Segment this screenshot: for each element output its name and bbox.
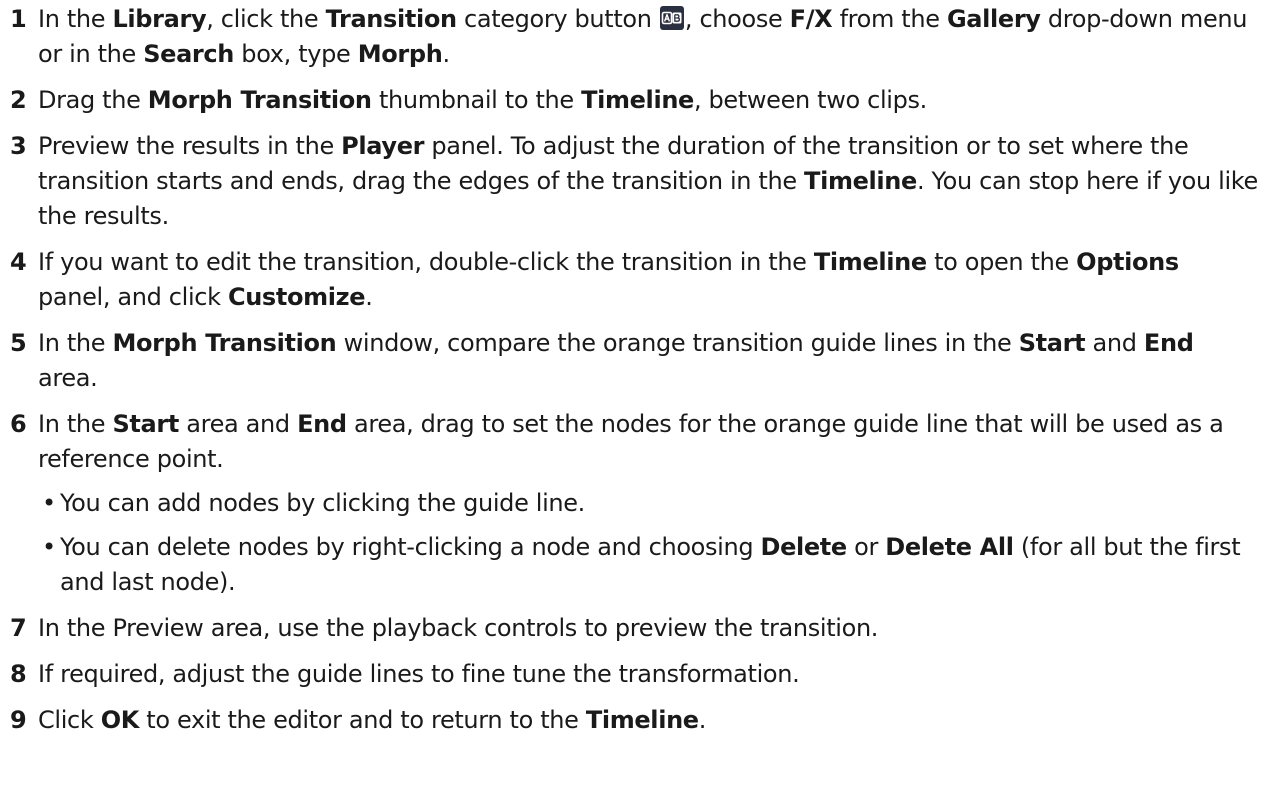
- bold-term: Timeline: [813, 248, 927, 276]
- step-1: 1 In the Library, click the Transition ca…: [10, 2, 1258, 72]
- text-run: , between two clips.: [693, 86, 927, 114]
- bold-term: Morph Transition: [147, 86, 372, 114]
- step-text: Drag the Morph Transition thumbnail to t…: [38, 83, 1258, 118]
- step-text: Click OK to exit the editor and to retur…: [38, 703, 1258, 738]
- text-run: thumbnail to the: [371, 86, 582, 114]
- step-9: 9 Click OK to exit the editor and to retu…: [10, 703, 1258, 738]
- step-number: 1: [10, 5, 27, 33]
- bold-term: Timeline: [804, 167, 917, 195]
- step-text: If required, adjust the guide lines to f…: [38, 657, 1258, 692]
- bold-term: Morph: [357, 40, 443, 68]
- text-run: .: [442, 40, 450, 68]
- text-run: In the: [38, 5, 113, 33]
- text-run: Preview the results in the: [38, 132, 342, 160]
- text-run: box, type: [234, 40, 358, 68]
- step-7: 7 In the Preview area, use the playback c…: [10, 611, 1258, 646]
- text-run: area.: [38, 364, 98, 392]
- bold-term: Search: [143, 40, 235, 68]
- bold-term: Customize: [227, 283, 366, 311]
- bold-term: Delete: [760, 533, 848, 561]
- text-run: You can delete nodes by right-clicking a…: [60, 533, 761, 561]
- bullet-text: You can delete nodes by right-clicking a…: [60, 530, 1258, 600]
- step-paragraph: Preview the results in the Player panel.…: [38, 129, 1258, 234]
- step-number: 5: [10, 329, 27, 357]
- bold-term: Transition: [325, 5, 457, 33]
- bold-term: Options: [1076, 248, 1179, 276]
- text-run: Click: [38, 706, 101, 734]
- text-run: from the: [832, 5, 947, 33]
- step-paragraph: In the Preview area, use the playback co…: [38, 611, 1258, 646]
- step-text: If you want to edit the transition, doub…: [38, 245, 1258, 315]
- text-run: area and: [179, 410, 298, 438]
- text-run: Drag the: [38, 86, 148, 114]
- bullet-text: You can add nodes by clicking the guide …: [60, 486, 1258, 521]
- bold-term: Player: [341, 132, 425, 160]
- step-paragraph: In the Morph Transition window, compare …: [38, 326, 1258, 396]
- step-5: 5 In the Morph Transition window, compare…: [10, 326, 1258, 396]
- step-text: In the Library, click the Transition cat…: [38, 2, 1258, 72]
- step-number: 3: [10, 132, 27, 160]
- text-run: or: [846, 533, 886, 561]
- text-run: window, compare the orange transition gu…: [336, 329, 1019, 357]
- text-run: , click the: [206, 5, 326, 33]
- step-number: 6: [10, 410, 27, 438]
- text-run: , choose: [684, 5, 790, 33]
- step-number: 7: [10, 614, 27, 642]
- step-paragraph: If required, adjust the guide lines to f…: [38, 657, 1258, 692]
- text-run: category button: [456, 5, 659, 33]
- bold-term: Timeline: [581, 86, 694, 114]
- text-run: If required, adjust the guide lines to f…: [38, 660, 800, 688]
- step-number: 8: [10, 660, 27, 688]
- text-run: to exit the editor and to return to the: [139, 706, 586, 734]
- bullet-item: • You can add nodes by clicking the guide…: [42, 486, 1258, 521]
- bold-term: Start: [112, 410, 179, 438]
- step-paragraph: Drag the Morph Transition thumbnail to t…: [38, 83, 1258, 118]
- text-run: .: [365, 283, 373, 311]
- text-run: and: [1085, 329, 1144, 357]
- bullet-marker: •: [42, 533, 56, 561]
- step-paragraph: In the Start area and End area, drag to …: [38, 407, 1258, 477]
- bold-term: Morph Transition: [112, 329, 337, 357]
- text-run: In the: [38, 410, 113, 438]
- text-run: In the Preview area, use the playback co…: [38, 614, 879, 642]
- text-run: In the: [38, 329, 113, 357]
- bullet-marker: •: [42, 489, 56, 517]
- step-6: 6 In the Start area and End area, drag to…: [10, 407, 1258, 600]
- text-run: .: [698, 706, 707, 734]
- step-3: 3 Preview the results in the Player panel…: [10, 129, 1258, 234]
- bold-term: End: [297, 410, 347, 438]
- bold-term: Library: [112, 5, 207, 33]
- step-text: In the Start area and End area, drag to …: [38, 407, 1258, 600]
- step-2: 2 Drag the Morph Transition thumbnail to …: [10, 83, 1258, 118]
- step-text: In the Preview area, use the playback co…: [38, 611, 1258, 646]
- bullet-list: • You can add nodes by clicking the guide…: [38, 486, 1258, 600]
- instruction-steps: 1 In the Library, click the Transition ca…: [0, 0, 1266, 738]
- text-run: If you want to edit the transition, doub…: [38, 248, 814, 276]
- bold-term: Gallery: [946, 5, 1041, 33]
- step-number: 2: [10, 86, 27, 114]
- step-paragraph: If you want to edit the transition, doub…: [38, 245, 1258, 315]
- bold-term: Delete All: [885, 533, 1014, 561]
- bold-term: OK: [100, 706, 140, 734]
- bold-term: Start: [1018, 329, 1086, 357]
- text-run: You can add nodes by clicking the guide …: [60, 489, 585, 517]
- step-paragraph: In the Library, click the Transition cat…: [38, 2, 1258, 72]
- step-number: 4: [10, 248, 27, 276]
- step-text: In the Morph Transition window, compare …: [38, 326, 1258, 396]
- step-paragraph: Click OK to exit the editor and to retur…: [38, 703, 1258, 738]
- step-text: Preview the results in the Player panel.…: [38, 129, 1258, 234]
- step-number: 9: [10, 706, 27, 734]
- text-run: to open the: [926, 248, 1077, 276]
- bullet-item: • You can delete nodes by right-clicking …: [42, 530, 1258, 600]
- bold-term: End: [1143, 329, 1194, 357]
- bold-term: Timeline: [585, 706, 699, 734]
- bold-term: F/X: [789, 5, 833, 33]
- step-4: 4 If you want to edit the transition, dou…: [10, 245, 1258, 315]
- transition-category-icon: [659, 6, 684, 30]
- step-8: 8 If required, adjust the guide lines to …: [10, 657, 1258, 692]
- text-run: panel, and click: [38, 283, 228, 311]
